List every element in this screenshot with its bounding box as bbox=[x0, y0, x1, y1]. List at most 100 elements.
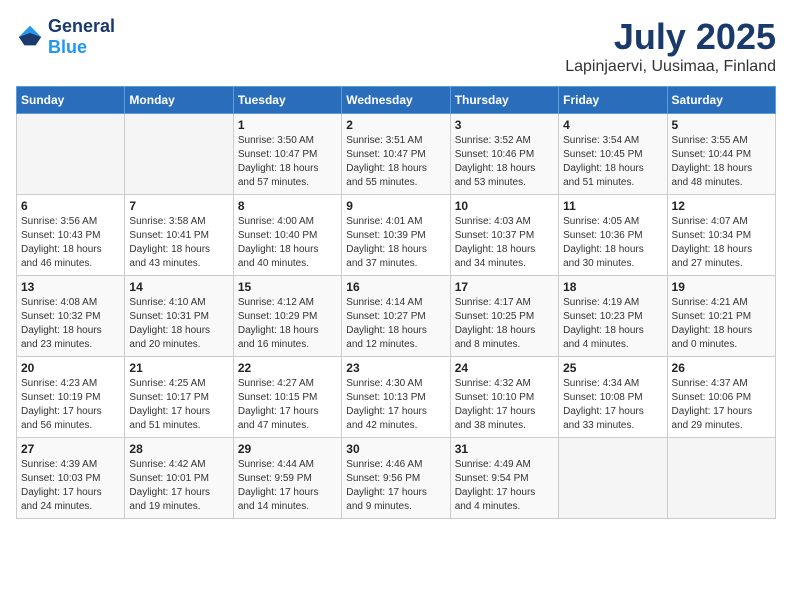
calendar-cell: 7 Sunrise: 3:58 AM Sunset: 10:41 PM Dayli… bbox=[125, 195, 233, 276]
calendar-cell: 16Sunrise: 4:14 AM Sunset: 10:27 PM Dayl… bbox=[342, 276, 450, 357]
day-number: 23 bbox=[346, 361, 445, 375]
day-info: Sunrise: 4:39 AM Sunset: 10:03 PM Daylig… bbox=[21, 458, 120, 514]
calendar-cell: 11Sunrise: 4:05 AM Sunset: 10:36 PM Dayl… bbox=[559, 195, 667, 276]
calendar-cell: 9Sunrise: 4:01 AM Sunset: 10:39 PM Dayli… bbox=[342, 195, 450, 276]
calendar-week-row: 27 Sunrise: 4:39 AM Sunset: 10:03 PM Dayl… bbox=[17, 438, 776, 519]
day-of-week-header: Monday bbox=[125, 87, 233, 114]
day-number: 14 bbox=[129, 280, 228, 294]
day-number: 24 bbox=[455, 361, 554, 375]
day-number: 6 bbox=[21, 199, 120, 213]
day-info: Sunrise: 4:23 AM Sunset: 10:19 PM Daylig… bbox=[21, 377, 120, 433]
calendar-cell: 1 Sunrise: 3:50 AM Sunset: 10:47 PM Dayli… bbox=[233, 114, 341, 195]
day-number: 25 bbox=[563, 361, 662, 375]
day-number: 27 bbox=[21, 442, 120, 456]
calendar-cell: 5Sunrise: 3:55 AM Sunset: 10:44 PM Dayli… bbox=[667, 114, 775, 195]
title-block: July 2025 Lapinjaervi, Uusimaa, Finland bbox=[565, 16, 776, 76]
calendar-cell: 17 Sunrise: 4:17 AM Sunset: 10:25 PM Dayl… bbox=[450, 276, 558, 357]
calendar-cell: 22 Sunrise: 4:27 AM Sunset: 10:15 PM Dayl… bbox=[233, 357, 341, 438]
day-number: 10 bbox=[455, 199, 554, 213]
day-number: 8 bbox=[238, 199, 337, 213]
logo-general-text: General bbox=[48, 16, 115, 36]
calendar-cell: 30 Sunrise: 4:46 AM Sunset: 9:56 PM Dayli… bbox=[342, 438, 450, 519]
calendar-week-row: 20 Sunrise: 4:23 AM Sunset: 10:19 PM Dayl… bbox=[17, 357, 776, 438]
day-info: Sunrise: 4:08 AM Sunset: 10:32 PM Daylig… bbox=[21, 296, 120, 352]
calendar-cell: 28 Sunrise: 4:42 AM Sunset: 10:01 PM Dayl… bbox=[125, 438, 233, 519]
day-number: 30 bbox=[346, 442, 445, 456]
calendar-cell: 14 Sunrise: 4:10 AM Sunset: 10:31 PM Dayl… bbox=[125, 276, 233, 357]
day-number: 12 bbox=[672, 199, 771, 213]
day-number: 1 bbox=[238, 118, 337, 132]
calendar-cell bbox=[667, 438, 775, 519]
day-info: Sunrise: 4:37 AM Sunset: 10:06 PM Daylig… bbox=[672, 377, 771, 433]
calendar-week-row: 6Sunrise: 3:56 AM Sunset: 10:43 PM Dayli… bbox=[17, 195, 776, 276]
calendar-cell: 4 Sunrise: 3:54 AM Sunset: 10:45 PM Dayli… bbox=[559, 114, 667, 195]
calendar-cell: 15Sunrise: 4:12 AM Sunset: 10:29 PM Dayl… bbox=[233, 276, 341, 357]
calendar-table: SundayMondayTuesdayWednesdayThursdayFrid… bbox=[16, 86, 776, 519]
day-info: Sunrise: 3:52 AM Sunset: 10:46 PM Daylig… bbox=[455, 134, 554, 190]
calendar-cell: 31 Sunrise: 4:49 AM Sunset: 9:54 PM Dayli… bbox=[450, 438, 558, 519]
day-info: Sunrise: 4:49 AM Sunset: 9:54 PM Dayligh… bbox=[455, 458, 554, 514]
day-number: 16 bbox=[346, 280, 445, 294]
day-number: 22 bbox=[238, 361, 337, 375]
calendar-cell: 21Sunrise: 4:25 AM Sunset: 10:17 PM Dayl… bbox=[125, 357, 233, 438]
day-number: 17 bbox=[455, 280, 554, 294]
day-number: 31 bbox=[455, 442, 554, 456]
calendar-cell: 26Sunrise: 4:37 AM Sunset: 10:06 PM Dayl… bbox=[667, 357, 775, 438]
day-number: 28 bbox=[129, 442, 228, 456]
day-number: 29 bbox=[238, 442, 337, 456]
calendar-cell: 6Sunrise: 3:56 AM Sunset: 10:43 PM Dayli… bbox=[17, 195, 125, 276]
calendar-body: 1 Sunrise: 3:50 AM Sunset: 10:47 PM Dayli… bbox=[17, 114, 776, 519]
calendar-week-row: 1 Sunrise: 3:50 AM Sunset: 10:47 PM Dayli… bbox=[17, 114, 776, 195]
day-of-week-header: Saturday bbox=[667, 87, 775, 114]
calendar-cell: 2 Sunrise: 3:51 AM Sunset: 10:47 PM Dayli… bbox=[342, 114, 450, 195]
day-info: Sunrise: 3:54 AM Sunset: 10:45 PM Daylig… bbox=[563, 134, 662, 190]
day-info: Sunrise: 4:12 AM Sunset: 10:29 PM Daylig… bbox=[238, 296, 337, 352]
day-info: Sunrise: 4:21 AM Sunset: 10:21 PM Daylig… bbox=[672, 296, 771, 352]
day-number: 19 bbox=[672, 280, 771, 294]
day-info: Sunrise: 4:30 AM Sunset: 10:13 PM Daylig… bbox=[346, 377, 445, 433]
day-number: 18 bbox=[563, 280, 662, 294]
day-number: 13 bbox=[21, 280, 120, 294]
logo: General Blue bbox=[16, 16, 115, 58]
day-info: Sunrise: 4:42 AM Sunset: 10:01 PM Daylig… bbox=[129, 458, 228, 514]
calendar-cell: 23 Sunrise: 4:30 AM Sunset: 10:13 PM Dayl… bbox=[342, 357, 450, 438]
calendar-week-row: 13 Sunrise: 4:08 AM Sunset: 10:32 PM Dayl… bbox=[17, 276, 776, 357]
day-number: 21 bbox=[129, 361, 228, 375]
day-info: Sunrise: 3:58 AM Sunset: 10:41 PM Daylig… bbox=[129, 215, 228, 271]
calendar-cell: 8 Sunrise: 4:00 AM Sunset: 10:40 PM Dayli… bbox=[233, 195, 341, 276]
day-info: Sunrise: 4:17 AM Sunset: 10:25 PM Daylig… bbox=[455, 296, 554, 352]
main-title: July 2025 bbox=[565, 16, 776, 58]
calendar-cell: 10 Sunrise: 4:03 AM Sunset: 10:37 PM Dayl… bbox=[450, 195, 558, 276]
day-info: Sunrise: 4:19 AM Sunset: 10:23 PM Daylig… bbox=[563, 296, 662, 352]
day-info: Sunrise: 4:27 AM Sunset: 10:15 PM Daylig… bbox=[238, 377, 337, 433]
day-info: Sunrise: 3:55 AM Sunset: 10:44 PM Daylig… bbox=[672, 134, 771, 190]
calendar-cell: 13 Sunrise: 4:08 AM Sunset: 10:32 PM Dayl… bbox=[17, 276, 125, 357]
day-number: 4 bbox=[563, 118, 662, 132]
day-of-week-header: Thursday bbox=[450, 87, 558, 114]
header-row: SundayMondayTuesdayWednesdayThursdayFrid… bbox=[17, 87, 776, 114]
calendar-cell: 29Sunrise: 4:44 AM Sunset: 9:59 PM Dayli… bbox=[233, 438, 341, 519]
day-info: Sunrise: 4:03 AM Sunset: 10:37 PM Daylig… bbox=[455, 215, 554, 271]
day-info: Sunrise: 3:50 AM Sunset: 10:47 PM Daylig… bbox=[238, 134, 337, 190]
page-header: General Blue July 2025 Lapinjaervi, Uusi… bbox=[16, 16, 776, 76]
calendar-cell: 25 Sunrise: 4:34 AM Sunset: 10:08 PM Dayl… bbox=[559, 357, 667, 438]
day-number: 7 bbox=[129, 199, 228, 213]
day-info: Sunrise: 3:51 AM Sunset: 10:47 PM Daylig… bbox=[346, 134, 445, 190]
calendar-cell: 19 Sunrise: 4:21 AM Sunset: 10:21 PM Dayl… bbox=[667, 276, 775, 357]
day-info: Sunrise: 4:10 AM Sunset: 10:31 PM Daylig… bbox=[129, 296, 228, 352]
day-info: Sunrise: 4:46 AM Sunset: 9:56 PM Dayligh… bbox=[346, 458, 445, 514]
day-info: Sunrise: 4:32 AM Sunset: 10:10 PM Daylig… bbox=[455, 377, 554, 433]
day-number: 2 bbox=[346, 118, 445, 132]
subtitle: Lapinjaervi, Uusimaa, Finland bbox=[565, 58, 776, 76]
calendar-cell: 27 Sunrise: 4:39 AM Sunset: 10:03 PM Dayl… bbox=[17, 438, 125, 519]
logo-blue-text: Blue bbox=[48, 37, 87, 57]
calendar-cell bbox=[17, 114, 125, 195]
day-info: Sunrise: 4:34 AM Sunset: 10:08 PM Daylig… bbox=[563, 377, 662, 433]
day-of-week-header: Wednesday bbox=[342, 87, 450, 114]
logo-icon bbox=[16, 23, 44, 51]
calendar-cell: 20 Sunrise: 4:23 AM Sunset: 10:19 PM Dayl… bbox=[17, 357, 125, 438]
day-number: 20 bbox=[21, 361, 120, 375]
day-info: Sunrise: 4:07 AM Sunset: 10:34 PM Daylig… bbox=[672, 215, 771, 271]
day-info: Sunrise: 4:00 AM Sunset: 10:40 PM Daylig… bbox=[238, 215, 337, 271]
day-number: 11 bbox=[563, 199, 662, 213]
